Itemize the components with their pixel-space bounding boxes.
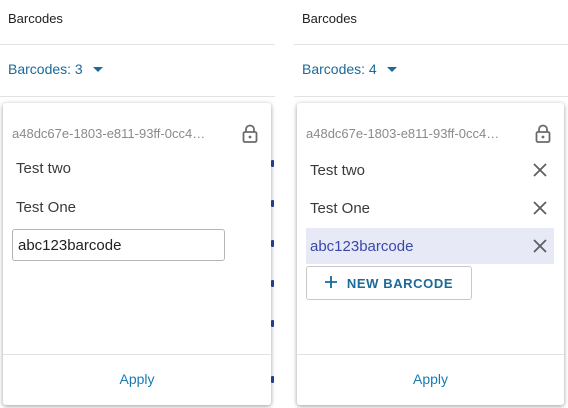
divider	[294, 96, 568, 97]
barcode-row-selected[interactable]: abc123barcode	[306, 228, 554, 264]
new-barcode-label: NEW BARCODE	[346, 275, 454, 291]
barcodes-dropdown: a48dc67e-1803-e811-93ff-0cc4… Test two T…	[3, 103, 271, 405]
barcodes-dropdown: a48dc67e-1803-e811-93ff-0cc4… Test two T…	[297, 103, 564, 405]
panel-title: Barcodes	[8, 11, 63, 26]
id-row: a48dc67e-1803-e811-93ff-0cc4…	[306, 123, 552, 143]
barcode-label: Test two	[310, 161, 366, 179]
edge-marker	[271, 160, 274, 167]
barcodes-selector[interactable]: Barcodes: 4	[302, 61, 397, 77]
apply-button[interactable]: Apply	[3, 371, 271, 387]
barcodes-selector[interactable]: Barcodes: 3	[8, 61, 103, 77]
barcode-item: Test two	[16, 160, 72, 177]
barcodes-selector-label: Barcodes: 3	[8, 61, 83, 77]
divider	[294, 44, 568, 45]
caret-down-icon	[386, 67, 397, 72]
panel-title: Barcodes	[302, 11, 357, 26]
divider	[0, 44, 275, 45]
divider	[0, 96, 275, 97]
id-row: a48dc67e-1803-e811-93ff-0cc4…	[12, 123, 259, 143]
barcode-label: abc123barcode	[310, 237, 414, 255]
apply-button[interactable]: Apply	[297, 371, 564, 387]
barcodes-selector-label: Barcodes: 4	[302, 61, 377, 77]
edge-marker	[271, 200, 274, 207]
divider	[3, 354, 271, 355]
edge-marker	[271, 280, 274, 287]
record-id: a48dc67e-1803-e811-93ff-0cc4…	[306, 125, 500, 141]
right-barcodes-panel: Barcodes Barcodes: 4 a48dc67e-1803-e811-…	[294, 0, 568, 408]
edge-marker	[271, 240, 274, 247]
caret-down-icon	[92, 67, 103, 72]
close-icon[interactable]	[530, 236, 550, 256]
barcode-item: Test One	[16, 199, 77, 216]
barcode-label: Test One	[310, 199, 371, 217]
divider	[297, 354, 564, 355]
close-icon[interactable]	[530, 198, 550, 218]
lock-icon	[241, 123, 259, 143]
left-barcodes-panel: Barcodes Barcodes: 3 a48dc67e-1803-e811-…	[0, 0, 275, 408]
plus-icon	[324, 275, 337, 291]
barcode-input[interactable]	[12, 229, 225, 261]
edge-marker	[271, 320, 274, 327]
new-barcode-button[interactable]: NEW BARCODE	[306, 266, 472, 300]
edge-marker	[271, 376, 274, 383]
lock-icon	[534, 123, 552, 143]
record-id: a48dc67e-1803-e811-93ff-0cc4…	[12, 125, 206, 141]
close-icon[interactable]	[530, 160, 550, 180]
barcode-row[interactable]: Test One	[306, 190, 554, 226]
barcode-row[interactable]: Test two	[306, 152, 554, 188]
